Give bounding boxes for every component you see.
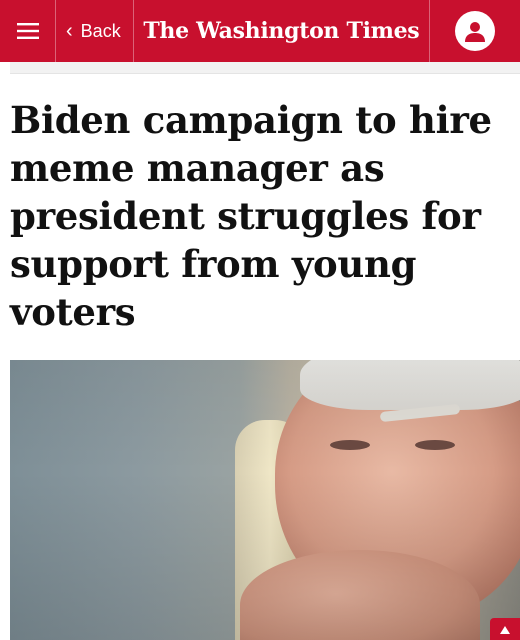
account-button[interactable] — [430, 0, 520, 62]
image-shade-overlay — [10, 360, 520, 640]
menu-button[interactable] — [0, 0, 56, 62]
site-logo[interactable]: The Washington Times — [134, 0, 430, 62]
article-headline: Biden campaign to hire meme manager as p… — [10, 98, 492, 334]
article-hero-image[interactable] — [10, 360, 520, 640]
chevron-left-icon: ‹ — [66, 20, 73, 42]
secondary-bar — [10, 62, 520, 74]
top-navigation-bar: ‹ Back The Washington Times — [0, 0, 520, 62]
hamburger-menu-icon — [16, 22, 39, 40]
expand-icon[interactable] — [490, 618, 520, 640]
back-button[interactable]: ‹ Back — [56, 0, 134, 62]
user-account-icon — [455, 11, 495, 51]
back-label: Back — [80, 20, 121, 41]
